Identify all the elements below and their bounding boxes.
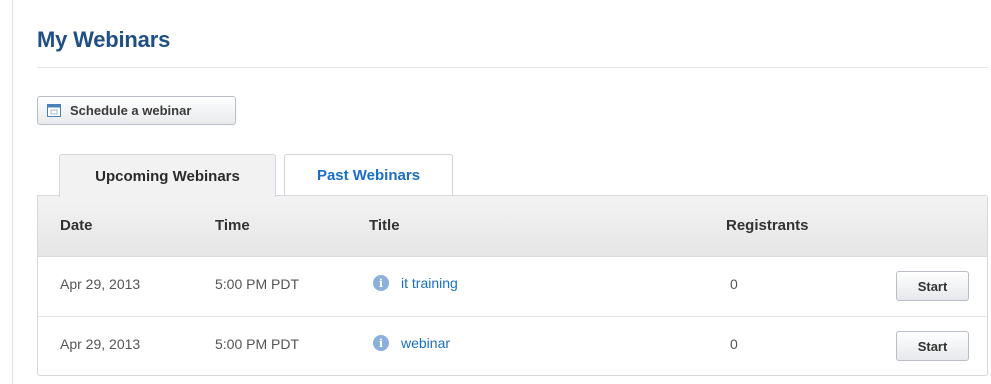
row-title-link[interactable]: i it training [373, 275, 458, 291]
row-time: 5:00 PM PDT [215, 336, 300, 352]
start-button[interactable]: Start [896, 271, 969, 301]
row-date: Apr 29, 2013 [60, 276, 141, 292]
row-registrants: 0 [730, 276, 738, 292]
header-date: Date [60, 217, 93, 234]
table-row: Apr 29, 2013 5:00 PM PDT i webinar 0 Sta… [38, 317, 987, 375]
start-button[interactable]: Start [896, 331, 969, 361]
table-row: Apr 29, 2013 5:00 PM PDT i it training 0… [38, 257, 987, 317]
info-icon[interactable]: i [373, 275, 389, 291]
schedule-webinar-button[interactable]: Schedule a webinar [37, 96, 236, 125]
row-time: 5:00 PM PDT [215, 276, 300, 292]
header-time: Time [215, 217, 250, 234]
info-icon[interactable]: i [373, 335, 389, 351]
schedule-webinar-label: Schedule a webinar [70, 103, 192, 118]
tab-past-webinars[interactable]: Past Webinars [284, 154, 453, 196]
page-left-border [12, 0, 13, 384]
webinars-table: Date Time Title Registrants Apr 29, 2013… [37, 195, 988, 376]
title-divider [37, 67, 988, 68]
row-registrants: 0 [730, 336, 738, 352]
header-title: Title [369, 217, 400, 234]
row-title-text[interactable]: webinar [401, 335, 450, 351]
table-header: Date Time Title Registrants [38, 196, 987, 257]
page-title: My Webinars [37, 27, 171, 52]
row-date: Apr 29, 2013 [60, 336, 141, 352]
tab-upcoming-webinars[interactable]: Upcoming Webinars [59, 154, 276, 197]
row-title-text[interactable]: it training [401, 275, 458, 291]
row-title-link[interactable]: i webinar [373, 335, 450, 351]
header-registrants: Registrants [726, 217, 809, 234]
calendar-icon [47, 104, 61, 117]
